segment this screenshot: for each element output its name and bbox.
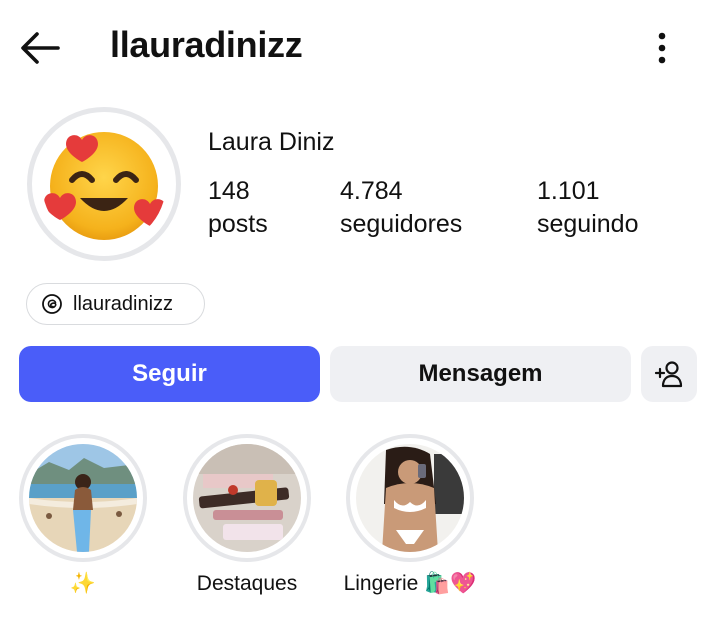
threads-link[interactable]: llauradinizz [26, 283, 205, 325]
more-options-button[interactable] [645, 28, 679, 68]
following-label: seguindo [537, 210, 639, 238]
threads-icon [42, 294, 62, 314]
story-highlight[interactable]: Destaques [180, 434, 314, 596]
highlight-cover [346, 434, 474, 562]
posts-count: 148 [208, 177, 250, 205]
following-count: 1.101 [537, 177, 600, 205]
profile-header: llauradinizz [0, 0, 717, 96]
highlight-label: Lingerie 🛍️💖 [343, 572, 477, 595]
story-highlight[interactable]: ✨ [16, 434, 150, 596]
posts-stat[interactable]: 148 posts [208, 175, 268, 241]
highlight-cover [183, 434, 311, 562]
avatar-image [42, 122, 166, 246]
back-button[interactable] [18, 26, 62, 70]
followers-stat[interactable]: 4.784 seguidores [340, 175, 462, 241]
smiling-face-with-hearts-emoji [44, 132, 166, 240]
add-user-icon [654, 361, 683, 388]
avatar[interactable] [27, 107, 181, 261]
highlight-image-mirror-selfie [356, 444, 464, 552]
highlight-image-beach [29, 444, 137, 552]
posts-label: posts [208, 210, 268, 238]
suggest-users-button[interactable] [641, 346, 697, 402]
following-stat[interactable]: 1.101 seguindo [537, 175, 638, 241]
message-button[interactable]: Mensagem [330, 346, 631, 402]
more-vertical-icon [658, 32, 666, 64]
page-title: llauradinizz [110, 24, 303, 65]
story-highlight[interactable]: Lingerie 🛍️💖 [343, 434, 477, 596]
highlight-label: Destaques [196, 572, 298, 595]
followers-label: seguidores [340, 210, 463, 238]
arrow-left-icon [21, 32, 60, 64]
follow-button[interactable]: Seguir [19, 346, 320, 402]
display-name: Laura Diniz [208, 128, 335, 156]
highlight-image-products [193, 444, 301, 552]
followers-count: 4.784 [340, 177, 403, 205]
highlight-cover [19, 434, 147, 562]
highlight-label: ✨ [69, 572, 97, 595]
threads-label: llauradinizz [73, 292, 174, 315]
